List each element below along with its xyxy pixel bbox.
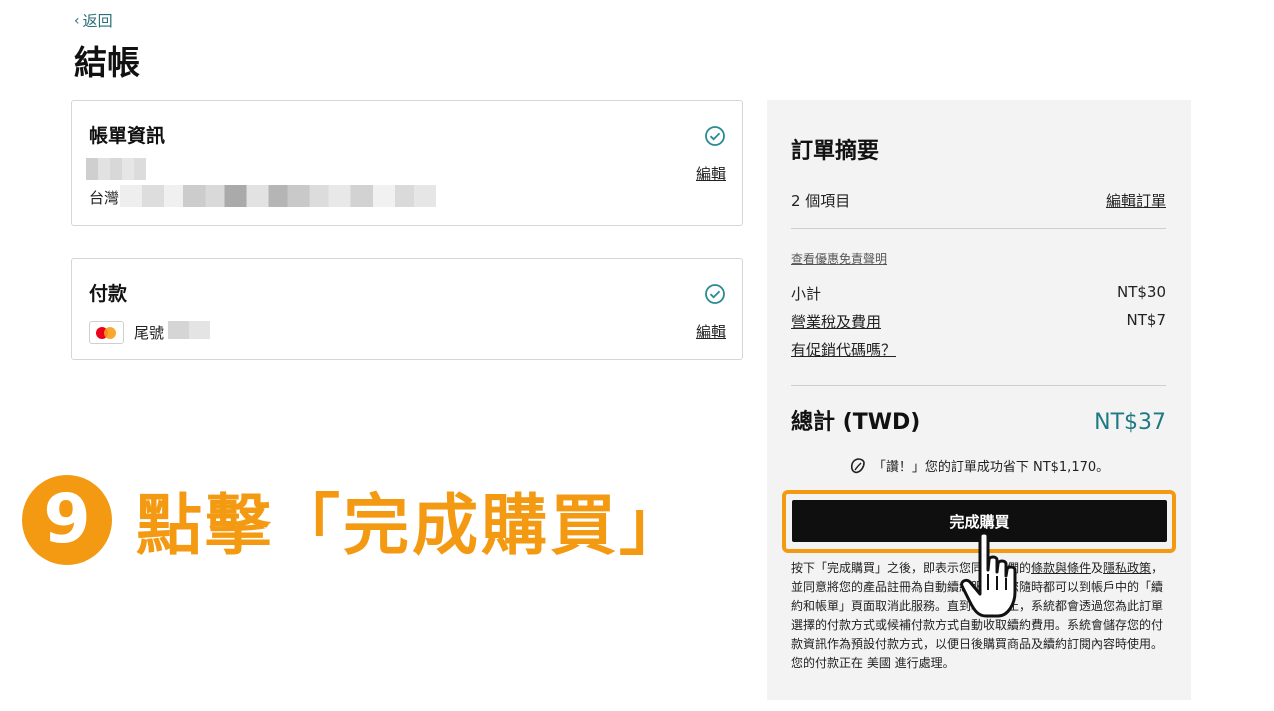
divider: [791, 385, 1166, 386]
redacted-card-digits: [168, 321, 210, 339]
privacy-policy-link[interactable]: 隱私政策: [1103, 561, 1151, 575]
tutorial-annotation: 9 點擊「完成購買」: [22, 472, 688, 568]
check-circle-icon: [705, 284, 725, 304]
promo-row: 有促銷代碼嗎？: [791, 339, 1166, 360]
step-number-badge: 9: [22, 475, 112, 565]
terms-and: 及: [1091, 561, 1104, 575]
total-label: 總計 (TWD): [791, 410, 921, 435]
leaf-icon: [850, 457, 865, 473]
subtotal-row: 小計 NT$30: [791, 283, 1166, 304]
tax-value: NT$7: [1126, 311, 1166, 329]
check-circle-icon: [705, 126, 725, 146]
payment-card: 付款 尾號 編輯: [71, 258, 743, 360]
billing-info-card: 帳單資訊 台灣 編輯: [71, 100, 743, 226]
payment-title: 付款: [89, 283, 128, 305]
savings-text: 「讚！」您的訂單成功省下 NT$1,170。: [872, 460, 1110, 475]
redacted-name: [86, 158, 146, 180]
hand-pointer-icon: [960, 531, 1017, 618]
terms-conditions-link[interactable]: 條款與條件: [1031, 561, 1091, 575]
total-value: NT$37: [1094, 410, 1166, 435]
chevron-left-icon: ‹: [74, 12, 80, 29]
redacted-address: [120, 185, 436, 207]
subtotal-value: NT$30: [1116, 283, 1166, 301]
tax-row: 營業稅及費用 NT$7: [791, 311, 1166, 332]
edit-payment-link[interactable]: 編輯: [696, 321, 726, 342]
items-row: 2 個項目 編輯訂單: [791, 190, 1166, 211]
back-label: 返回: [82, 12, 113, 30]
edit-order-link[interactable]: 編輯訂單: [1106, 190, 1166, 211]
card-ending-label: 尾號: [134, 324, 165, 342]
back-link[interactable]: ‹ 返回: [74, 10, 113, 31]
billing-info-title: 帳單資訊: [89, 125, 166, 147]
order-summary-title: 訂單摘要: [791, 139, 880, 164]
annotation-text: 點擊「完成購買」: [136, 487, 688, 564]
edit-billing-link[interactable]: 編輯: [696, 163, 726, 184]
page-title: 結帳: [74, 43, 140, 82]
subtotal-label: 小計: [791, 285, 822, 303]
divider: [791, 228, 1166, 229]
savings-message: 「讚！」您的訂單成功省下 NT$1,170。: [767, 456, 1191, 475]
mastercard-icon: [89, 321, 124, 344]
items-count: 2 個項目: [791, 192, 851, 210]
promo-code-link[interactable]: 有促銷代碼嗎？: [791, 339, 896, 360]
total-row: 總計 (TWD) NT$37: [791, 404, 1166, 436]
billing-country: 台灣: [89, 189, 120, 207]
tax-fees-link[interactable]: 營業稅及費用: [791, 311, 881, 332]
offer-disclaimer-link[interactable]: 查看優惠免責聲明: [791, 250, 887, 267]
